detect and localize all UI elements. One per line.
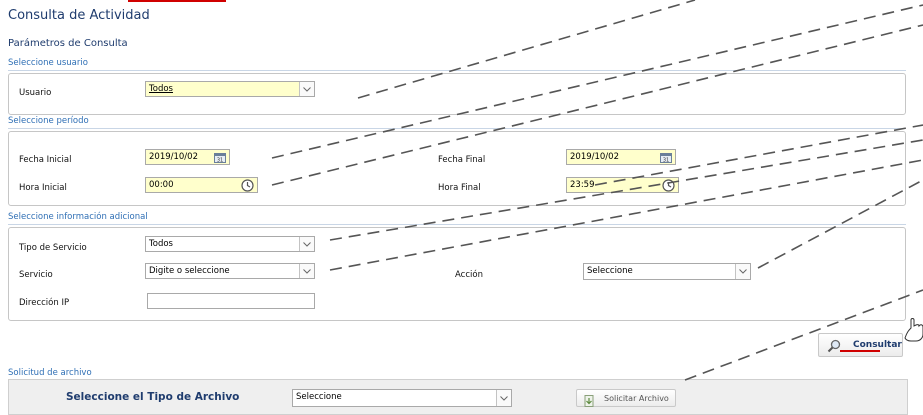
- annotation-dashed-line: [329, 139, 923, 241]
- annotation-dashed-line: [329, 159, 923, 271]
- annotation-dashed-line: [357, 0, 696, 99]
- annotation-dashed-line: [684, 289, 923, 381]
- annotation-dashed-line: [757, 179, 923, 269]
- annotation-dashed-line: [594, 124, 923, 186]
- annotation-overlay: [271, 0, 923, 381]
- annotation-dashed-line: [271, 24, 923, 186]
